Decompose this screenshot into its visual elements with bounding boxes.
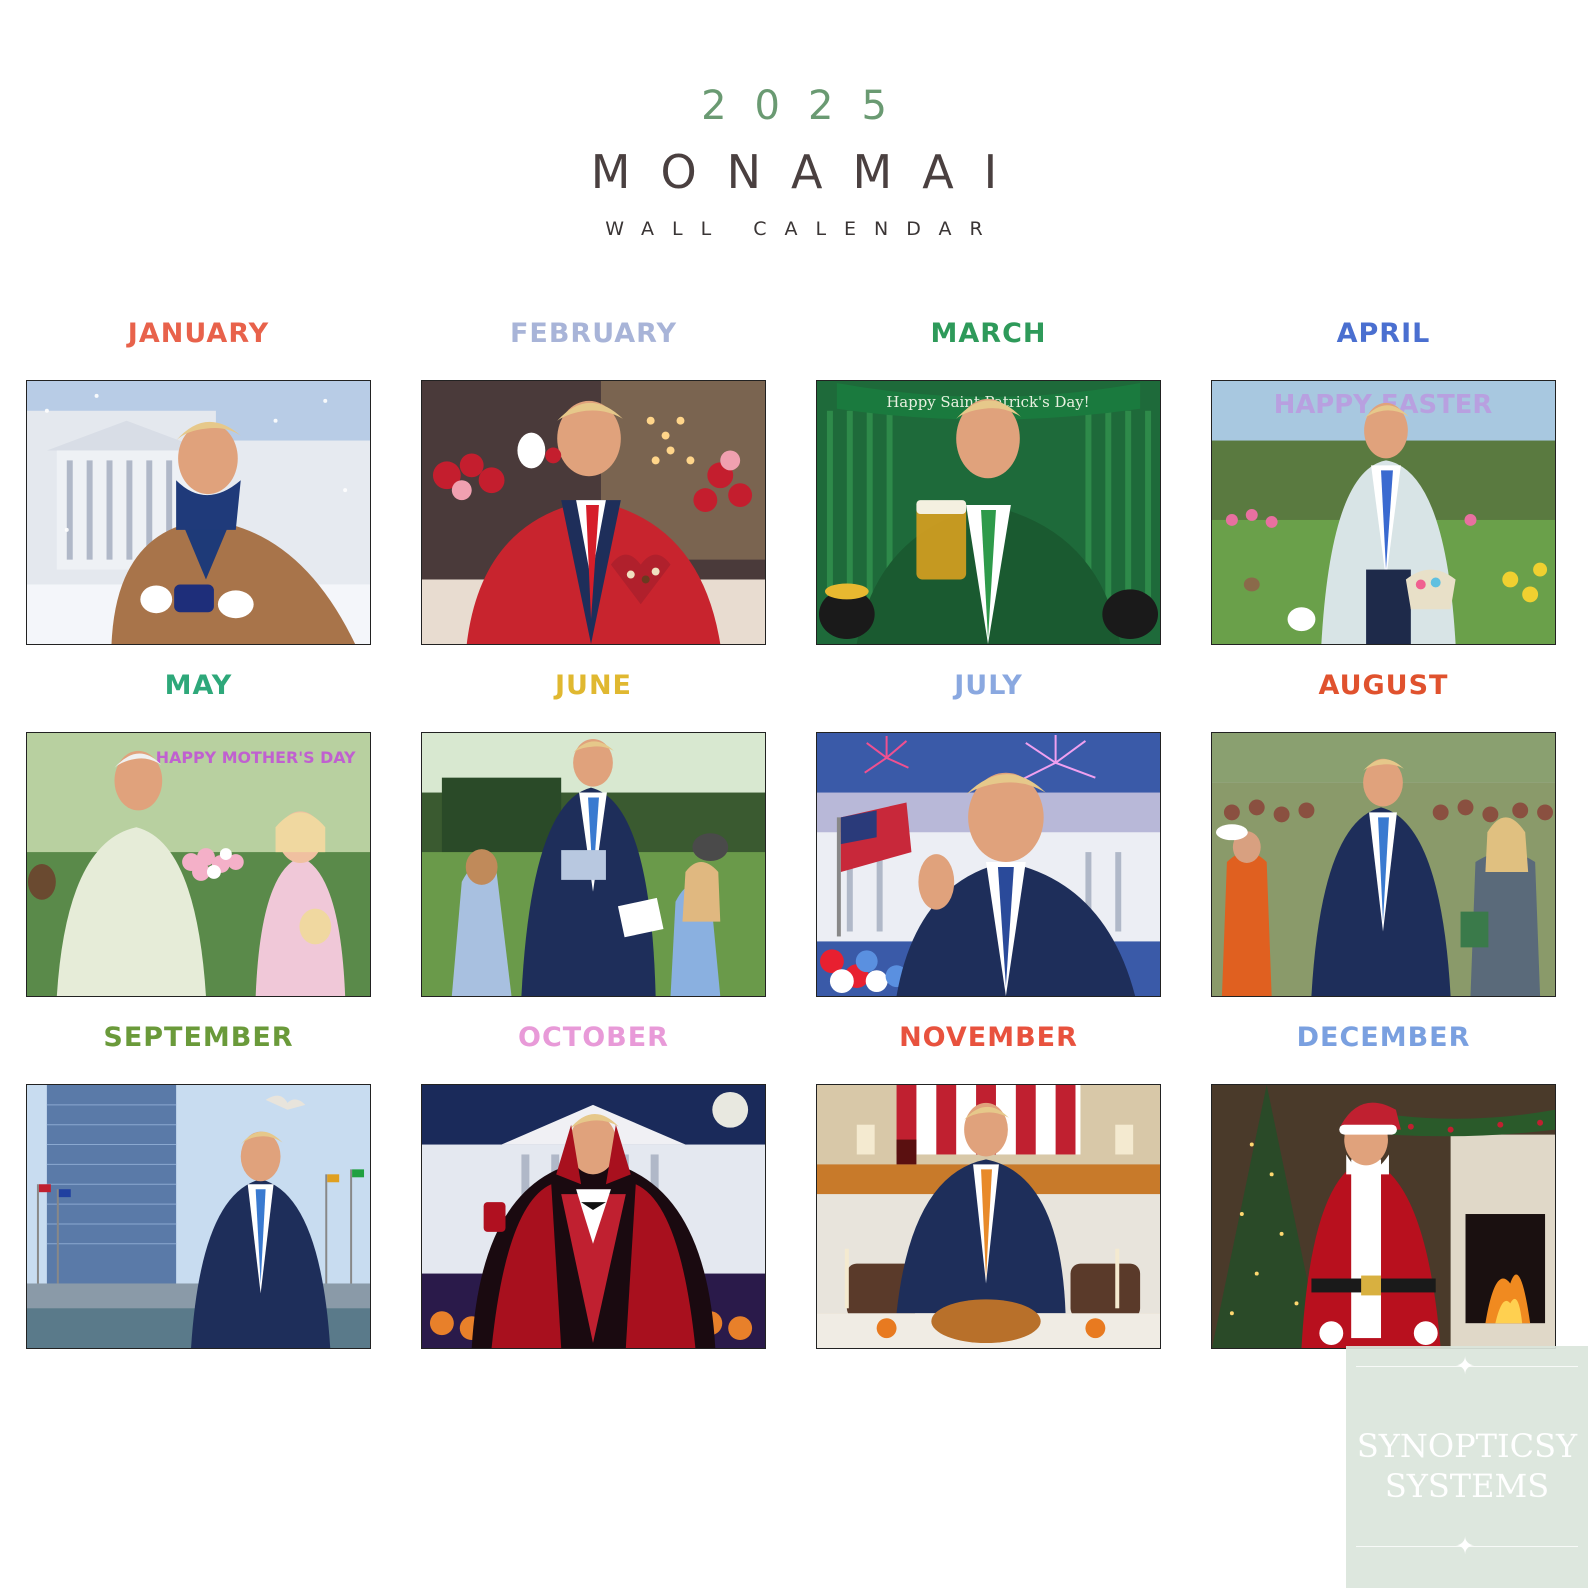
halloween-scene-image [422, 1085, 765, 1348]
calendar-subtitle: WALL CALENDAR [605, 218, 1001, 240]
month-photo: Happy Saint Patrick's Day! [816, 380, 1161, 645]
month-november: NOVEMBER [816, 1016, 1161, 1368]
month-october: OCTOBER [421, 1016, 766, 1368]
month-december: DECEMBER [1211, 1016, 1556, 1368]
month-name: AUGUST [1318, 670, 1449, 701]
month-photo [26, 380, 371, 645]
month-photo [26, 1084, 371, 1349]
watermark-line-2: SYSTEMS [1384, 1467, 1550, 1505]
crowd-scene-image [1212, 733, 1555, 996]
calendar-year: 2025 [701, 83, 915, 129]
watermark-line-1: SYNOPTICSY [1356, 1427, 1578, 1465]
months-grid: JANUARY FEBRUARY MARCH Happy Saint Patri… [26, 312, 1562, 1368]
month-july: JULY [816, 664, 1161, 1016]
month-name: NOVEMBER [899, 1022, 1078, 1053]
fathers-day-scene-image [422, 733, 765, 996]
month-august: AUGUST [1211, 664, 1556, 1016]
watermark-rule [1356, 1366, 1578, 1367]
month-september: SEPTEMBER [26, 1016, 371, 1368]
christmas-scene-image [1212, 1085, 1555, 1348]
mothers-day-scene-image: HAPPY MOTHER'S DAY [27, 733, 370, 996]
watermark: ✦ SYNOPTICSY SYSTEMS ✦ [1346, 1346, 1588, 1588]
valentine-scene-image [422, 381, 765, 644]
month-name: FEBRUARY [509, 318, 678, 349]
month-april: APRIL HAPPY EASTER [1211, 312, 1556, 664]
st-patricks-scene-image: Happy Saint Patrick's Day! [817, 381, 1160, 644]
sparkle-icon: ✦ [1455, 1532, 1476, 1560]
fireworks-scene-image [817, 733, 1160, 996]
month-january: JANUARY [26, 312, 371, 664]
month-name: DECEMBER [1296, 1022, 1471, 1053]
month-name: OCTOBER [518, 1022, 669, 1053]
month-photo [421, 380, 766, 645]
brand-name: MONAMAI [590, 145, 1028, 199]
month-photo [816, 1084, 1161, 1349]
month-name: JUNE [554, 670, 632, 701]
month-name: JULY [954, 670, 1023, 701]
month-march: MARCH Happy Saint Patrick's Day! [816, 312, 1161, 664]
month-june: JUNE [421, 664, 766, 1016]
month-name: MAY [164, 670, 233, 701]
month-may: MAY HAPPY MOTHER'S DAY [26, 664, 371, 1016]
un-building-scene-image [27, 1085, 370, 1348]
month-photo: HAPPY MOTHER'S DAY [26, 732, 371, 997]
calendar-header: 2025 MONAMAI WALL CALENDAR [0, 80, 1588, 242]
month-name: APRIL [1336, 318, 1431, 349]
month-photo [1211, 732, 1556, 997]
month-name: SEPTEMBER [103, 1022, 294, 1053]
thanksgiving-scene-image [817, 1085, 1160, 1348]
month-february: FEBRUARY [421, 312, 766, 664]
month-name: MARCH [930, 318, 1047, 349]
month-photo [421, 1084, 766, 1349]
banner-text: HAPPY MOTHER'S DAY [156, 748, 356, 767]
easter-scene-image: HAPPY EASTER [1212, 381, 1555, 644]
watermark-text: SYNOPTICSY SYSTEMS [1346, 1426, 1588, 1506]
month-photo: HAPPY EASTER [1211, 380, 1556, 645]
month-photo [816, 732, 1161, 997]
month-name: JANUARY [127, 318, 270, 349]
month-photo [1211, 1084, 1556, 1349]
month-photo [421, 732, 766, 997]
winter-scene-image [27, 381, 370, 644]
